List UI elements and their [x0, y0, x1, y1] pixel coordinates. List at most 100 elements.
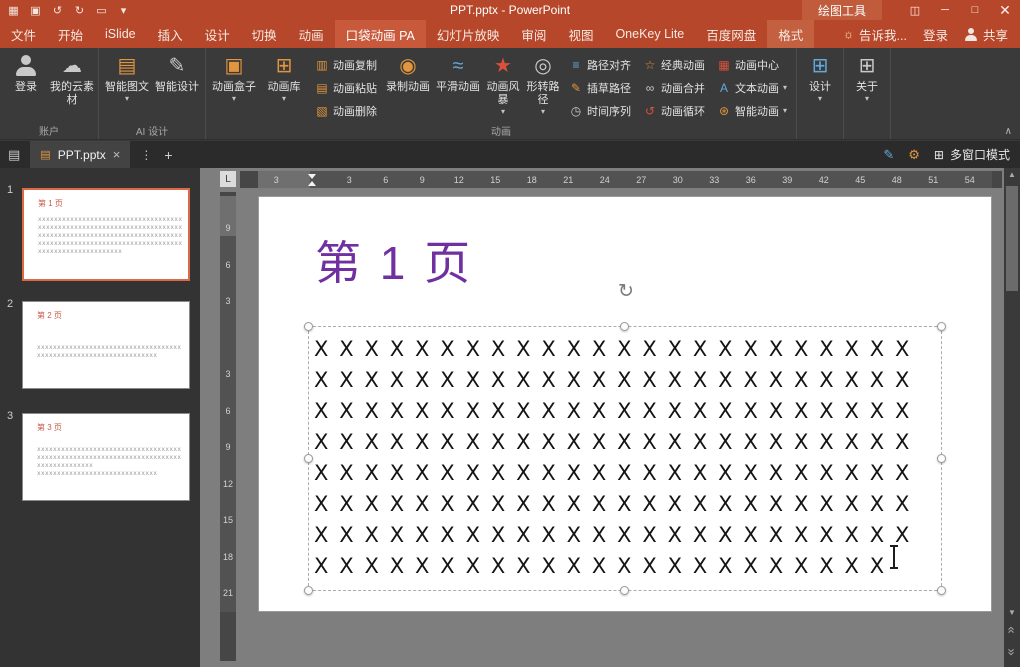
- copy-animation-button[interactable]: ▥ 动画复制: [311, 55, 381, 74]
- animation-storm-button[interactable]: ★ 动画风暴 ▾: [483, 50, 523, 116]
- animation-center-button[interactable]: ▦ 动画中心: [713, 55, 791, 74]
- dropdown-caret: ▾: [865, 94, 869, 103]
- document-tab[interactable]: ▤ PPT.pptx ×: [30, 141, 130, 168]
- resize-handle[interactable]: [937, 322, 946, 331]
- resize-handle[interactable]: [620, 586, 629, 595]
- sign-in-button[interactable]: 登录: [923, 25, 948, 44]
- ruler-number: 15: [477, 171, 514, 188]
- delete-animation-icon: ▧: [315, 104, 329, 118]
- smart-animation-button[interactable]: ⊛ 智能动画 ▾: [713, 101, 791, 120]
- resize-handle[interactable]: [620, 322, 629, 331]
- loop-animation-label: 动画循环: [661, 103, 705, 119]
- thumbnail-title: 第 2 页: [37, 310, 62, 321]
- classic-animation-button[interactable]: ☆ 经典动画: [639, 55, 709, 74]
- close-button[interactable]: ✕: [990, 0, 1020, 20]
- path-align-label: 路径对齐: [587, 57, 631, 73]
- smooth-animation-label: 平滑动画: [436, 81, 480, 94]
- rotate-handle-icon[interactable]: ↻: [615, 281, 637, 303]
- minimize-button[interactable]: ─: [930, 0, 960, 20]
- ribbon-display-options-icon[interactable]: ◫: [900, 0, 930, 20]
- animation-library-button[interactable]: ⊞ 动画库 ▾: [259, 50, 309, 103]
- dropdown-caret: ▾: [783, 83, 787, 92]
- smooth-animation-icon: ≈: [453, 53, 464, 79]
- scroll-down-icon[interactable]: ▼: [1004, 608, 1020, 617]
- share-button[interactable]: 共享: [964, 25, 1008, 44]
- dropdown-caret: ▾: [282, 94, 286, 103]
- tell-me-box[interactable]: ☼ 告诉我...: [843, 25, 907, 44]
- tab-view[interactable]: 视图: [557, 20, 604, 48]
- about-icon: ⊞: [859, 53, 876, 79]
- ruler-number: 21: [220, 575, 236, 612]
- time-sequence-button[interactable]: ◷ 时间序列: [565, 101, 635, 120]
- login-button[interactable]: 登录: [3, 50, 49, 94]
- tab-onekey-lite[interactable]: OneKey Lite: [604, 20, 695, 48]
- tab-insert[interactable]: 插入: [147, 20, 194, 48]
- ruler-number: 24: [587, 171, 624, 188]
- slide-thumbnail-3[interactable]: 第 3 页 xxxxxxxxxxxxxxxxxxxxxxxxxxxxxxxxxx…: [22, 413, 190, 501]
- pages-icon[interactable]: ▤: [8, 147, 20, 163]
- text-animation-button[interactable]: A 文本动画 ▾: [713, 78, 791, 97]
- tab-more-icon[interactable]: ⋮: [140, 148, 152, 162]
- classic-animation-label: 经典动画: [661, 57, 705, 73]
- close-tab-icon[interactable]: ×: [113, 147, 121, 162]
- tab-review[interactable]: 审阅: [510, 20, 557, 48]
- multi-window-mode-button[interactable]: ⊞ 多窗口模式: [934, 146, 1010, 163]
- skin-icon[interactable]: ✎: [883, 147, 894, 163]
- next-slide-button[interactable]: »: [1004, 643, 1020, 661]
- tab-animations[interactable]: 动画: [288, 20, 335, 48]
- smart-text-button[interactable]: ▤ 智能图文 ▾: [102, 50, 152, 103]
- animation-box-button[interactable]: ▣ 动画盒子 ▾: [209, 50, 259, 103]
- previous-slide-button[interactable]: «: [1004, 621, 1020, 639]
- selected-text-box[interactable]: X X X X X X X X X X X X X X X X X X X X …: [308, 326, 942, 591]
- body-text-line: X X X X X X X X X X X X X X X X X X X X …: [314, 396, 912, 427]
- resize-handle[interactable]: [304, 454, 313, 463]
- ruler-number: 6: [220, 247, 236, 284]
- about-label: 关于: [856, 81, 878, 94]
- sketch-path-button[interactable]: ✎ 插草路径: [565, 78, 635, 97]
- smart-design-button[interactable]: ✎ 智能设计: [152, 50, 202, 94]
- new-tab-icon[interactable]: +: [164, 147, 172, 163]
- scrollbar-thumb[interactable]: [1006, 186, 1018, 291]
- path-align-button[interactable]: ≡ 路径对齐: [565, 55, 635, 74]
- resize-handle[interactable]: [304, 322, 313, 331]
- thumbnail-text-line: xxxxxxxxxxxxxxxxxxxxxxxxxxxxxxxxxxxx: [37, 454, 181, 462]
- record-animation-button[interactable]: ◉ 录制动画: [383, 50, 433, 94]
- resize-handle[interactable]: [937, 586, 946, 595]
- slide-thumbnail-2[interactable]: 第 2 页 xxxxxxxxxxxxxxxxxxxxxxxxxxxxxxxxxx…: [22, 301, 190, 389]
- smart-text-label: 智能图文: [105, 81, 149, 94]
- design-button[interactable]: ⊞ 设计 ▾: [800, 50, 840, 103]
- resize-handle[interactable]: [304, 586, 313, 595]
- cloud-materials-button[interactable]: ☁ 我的云素材: [49, 50, 95, 107]
- tab-format[interactable]: 格式: [767, 20, 814, 48]
- gear-icon[interactable]: ⚙: [908, 147, 920, 163]
- group-animation: ▣ 动画盒子 ▾ ⊞ 动画库 ▾ ▥ 动画复制 ▤ 动画粘贴 ▧: [206, 48, 797, 139]
- vertical-scrollbar[interactable]: ▲ ▼ « »: [1004, 168, 1020, 667]
- resize-handle[interactable]: [937, 454, 946, 463]
- loop-animation-button[interactable]: ↺ 动画循环: [639, 101, 709, 120]
- tab-design[interactable]: 设计: [194, 20, 241, 48]
- tab-file[interactable]: 文件: [0, 20, 47, 48]
- delete-animation-button[interactable]: ▧ 动画删除: [311, 101, 381, 120]
- slide-title[interactable]: 第 1 页: [315, 235, 473, 291]
- ruler-number: 3: [258, 171, 295, 188]
- scroll-up-icon[interactable]: ▲: [1004, 170, 1020, 179]
- tab-stop-selector[interactable]: L: [220, 171, 236, 187]
- paste-animation-button[interactable]: ▤ 动画粘贴: [311, 78, 381, 97]
- slide-editing-surface[interactable]: 第 1 页 ↻ X X X X X X X X X X X X X X X X …: [258, 196, 992, 612]
- smooth-animation-button[interactable]: ≈ 平滑动画: [433, 50, 483, 94]
- tab-islide[interactable]: iSlide: [94, 20, 147, 48]
- tab-home[interactable]: 开始: [47, 20, 94, 48]
- ruler-origin-marker[interactable]: [308, 174, 317, 186]
- ruler-number: 3: [220, 283, 236, 320]
- about-button[interactable]: ⊞ 关于 ▾: [847, 50, 887, 103]
- slide-thumbnail-1[interactable]: 第 1 页 xxxxxxxxxxxxxxxxxxxxxxxxxxxxxxxxxx…: [22, 188, 190, 281]
- collapse-ribbon-button[interactable]: ∧: [1005, 126, 1012, 137]
- tab-pocket-animation[interactable]: 口袋动画 PA: [335, 20, 426, 48]
- tab-transitions[interactable]: 切换: [241, 20, 288, 48]
- tab-baidu-netdisk[interactable]: 百度网盘: [695, 20, 767, 48]
- maximize-button[interactable]: □: [960, 0, 990, 20]
- merge-animation-button[interactable]: ∞ 动画合并: [639, 78, 709, 97]
- tab-slideshow[interactable]: 幻灯片放映: [426, 20, 511, 48]
- smart-design-label: 智能设计: [155, 81, 199, 94]
- shape-to-path-button[interactable]: ◎ 形转路径 ▾: [523, 50, 563, 116]
